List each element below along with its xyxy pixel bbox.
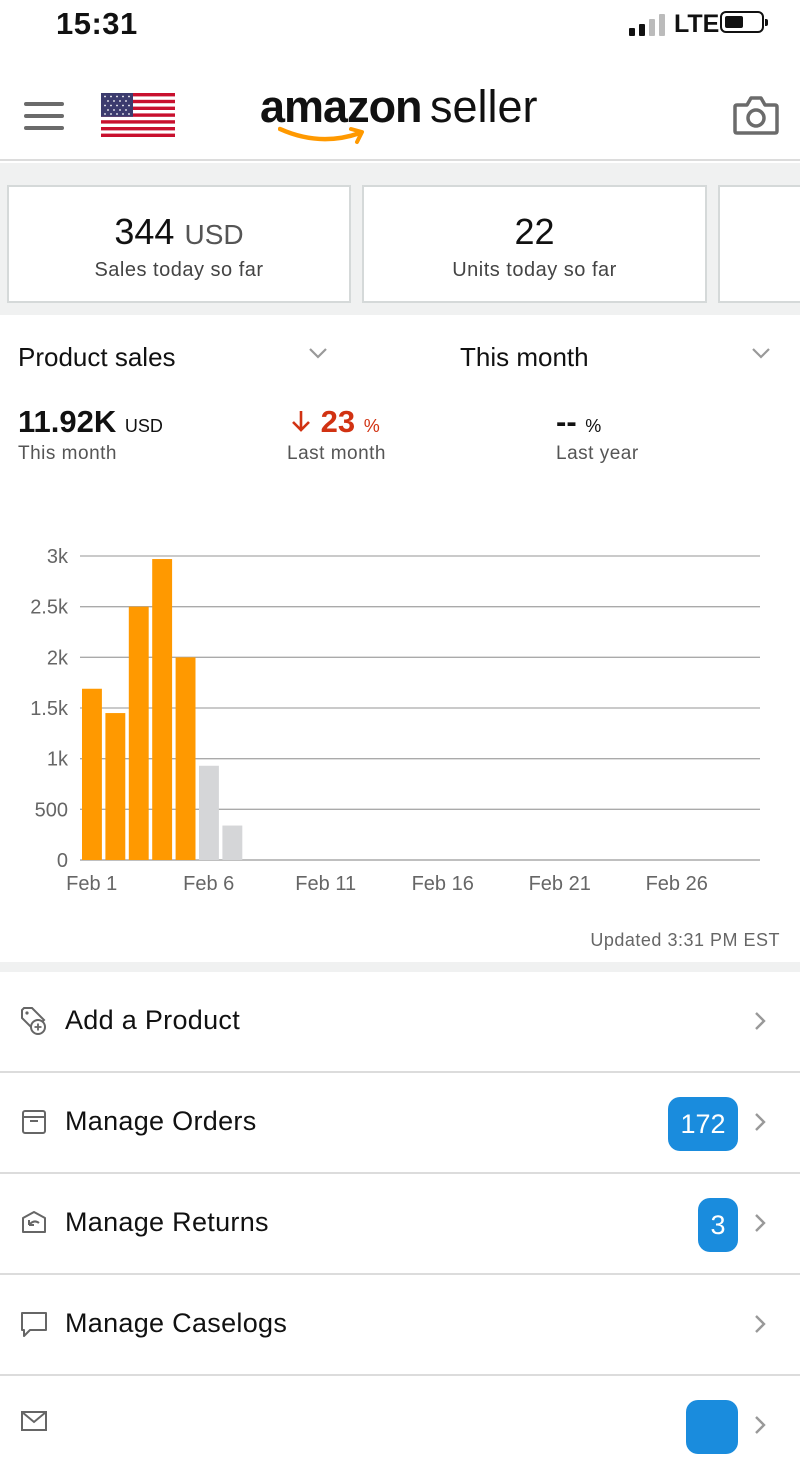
y-tick-label: 2.5k (30, 597, 69, 619)
chevron-right-icon (755, 1214, 766, 1232)
network-type: LTE (674, 10, 720, 38)
section-divider (0, 962, 800, 972)
y-tick-label: 0 (57, 850, 68, 872)
menu-item-label: Manage Returns (65, 1207, 269, 1237)
amazon-seller-logo: amazon seller (260, 81, 550, 151)
menu-item-add-product[interactable]: Add a Product (0, 972, 800, 1073)
tag-plus-icon (21, 1007, 46, 1035)
last-year-unit: % (585, 416, 602, 436)
amazon-smile-icon (278, 126, 364, 144)
app-header: amazon seller (0, 55, 800, 161)
hamburger-menu-icon[interactable] (24, 102, 64, 130)
menu-item-label: Add a Product (65, 1005, 241, 1035)
sales-today-value: 344 (114, 211, 175, 252)
status-time: 15:31 (56, 6, 138, 41)
current-sales-unit: USD (124, 416, 163, 436)
last-month-unit: % (363, 416, 380, 436)
arrow-down-icon (292, 411, 310, 432)
chevron-down-icon[interactable] (751, 346, 771, 360)
chevron-down-icon[interactable] (308, 346, 328, 360)
chevron-right-icon (755, 1315, 766, 1333)
sales-bar-chart: 0 500 1k 1.5k 2k 2.5k 3k Feb 1 Feb 6 Feb 11 Feb 16… (30, 546, 760, 895)
mail-icon (21, 1411, 47, 1431)
period-selector[interactable]: This month (460, 342, 589, 373)
returns-count-badge: 3 (698, 1198, 738, 1252)
box-icon (22, 1110, 46, 1134)
us-flag-icon[interactable] (101, 93, 175, 137)
sales-today-unit: USD (184, 219, 244, 250)
bar (152, 559, 173, 860)
bar (82, 688, 102, 860)
return-box-icon (22, 1211, 46, 1233)
chevron-right-icon (755, 1416, 766, 1434)
units-today-label: Units today so far (452, 259, 617, 281)
units-today-value: 22 (514, 211, 555, 252)
bar (175, 657, 196, 860)
y-tick-label: 1k (47, 749, 69, 771)
status-bar: 15:31 LTE (0, 0, 800, 50)
next-metric-card[interactable] (718, 185, 800, 303)
menu-item-label: Manage Caselogs (65, 1308, 288, 1338)
menu-item-manage-returns[interactable]: Manage Returns 3 (0, 1174, 800, 1275)
menu-item-label: Manage Orders (65, 1106, 257, 1136)
x-tick-label: Feb 21 (529, 873, 591, 895)
chevron-right-icon (755, 1113, 766, 1131)
x-tick-label: Feb 26 (646, 873, 708, 895)
last-year-change: -- % (556, 404, 602, 439)
units-today-card[interactable]: 22 Units today so far (362, 185, 707, 303)
x-tick-label: Feb 6 (183, 873, 234, 895)
current-sales-label: This month (18, 443, 117, 464)
last-month-change: 23 % (290, 404, 380, 440)
last-year-label: Last year (556, 443, 639, 464)
camera-icon[interactable] (733, 95, 779, 135)
menu-item-partial[interactable] (0, 1376, 800, 1477)
bar (128, 606, 149, 860)
x-tick-label: Feb 1 (66, 873, 117, 895)
chat-bubble-icon (21, 1312, 47, 1337)
y-tick-label: 2k (47, 647, 69, 669)
orders-count-badge: 172 (668, 1097, 738, 1151)
bar (199, 765, 219, 860)
chevron-right-icon (755, 1012, 766, 1030)
y-tick-label: 500 (35, 799, 68, 821)
menu-item-manage-caselogs[interactable]: Manage Caselogs (0, 1275, 800, 1376)
updated-timestamp: Updated 3:31 PM EST (590, 930, 780, 950)
sales-today-label: Sales today so far (94, 259, 264, 281)
last-month-label: Last month (287, 443, 386, 464)
logo-product-text: seller (430, 81, 538, 132)
bar (105, 713, 126, 860)
y-tick-label: 3k (47, 546, 69, 568)
signal-icon (629, 14, 667, 36)
metric-selector[interactable]: Product sales (18, 342, 176, 373)
battery-icon (720, 11, 768, 33)
y-tick-label: 1.5k (30, 698, 69, 720)
bar (222, 825, 243, 860)
messages-count-badge (686, 1400, 738, 1454)
metric-cards-strip[interactable]: 344 USD Sales today so far 22 Units toda… (0, 163, 800, 315)
x-tick-label: Feb 16 (412, 873, 474, 895)
menu-item-manage-orders[interactable]: Manage Orders 172 (0, 1073, 800, 1174)
x-tick-label: Feb 11 (295, 873, 356, 895)
sales-today-card[interactable]: 344 USD Sales today so far (7, 185, 351, 303)
current-sales-value: 11.92K USD (18, 404, 163, 439)
